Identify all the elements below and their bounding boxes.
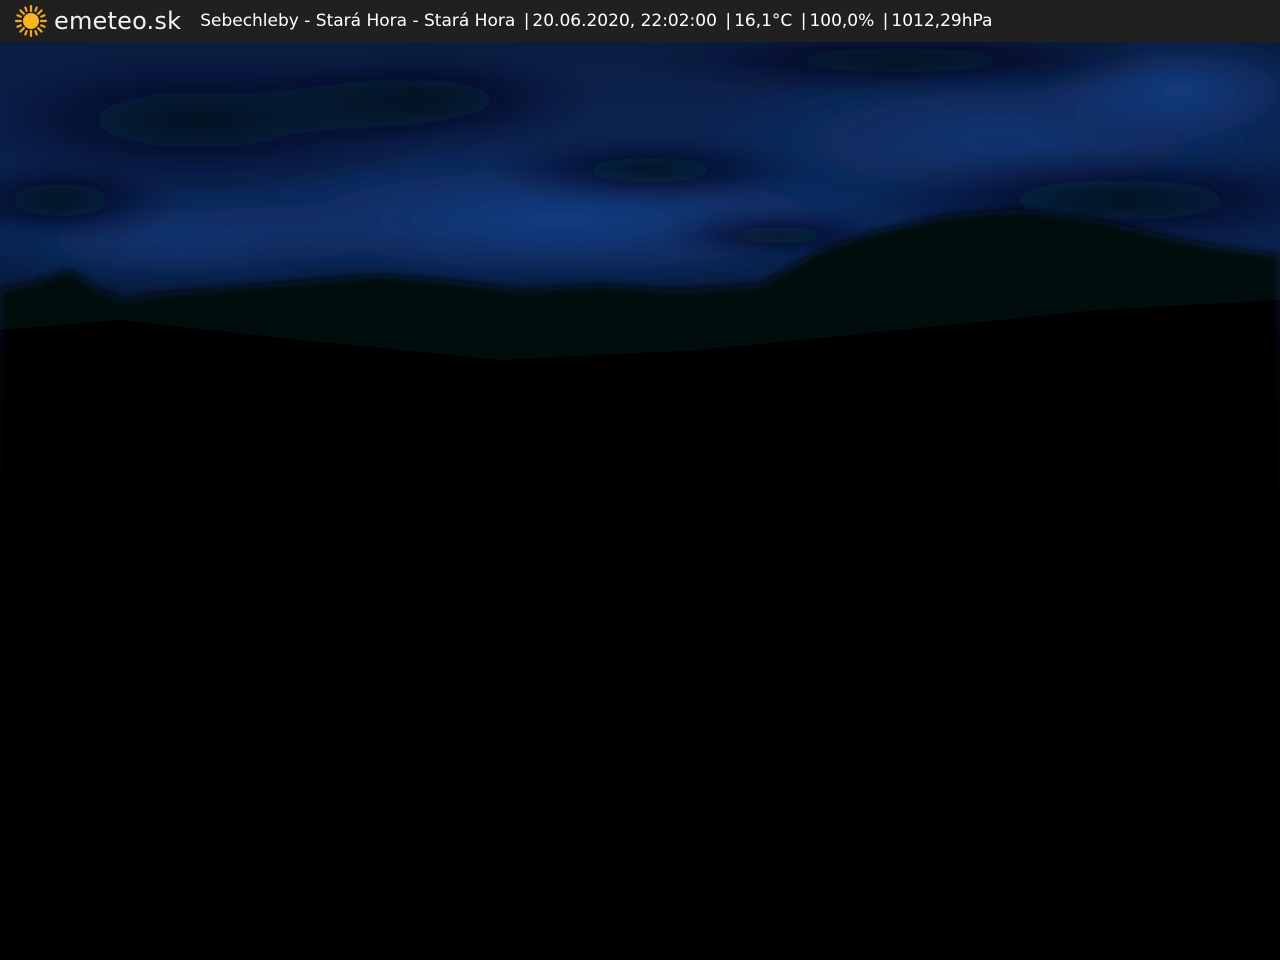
horizon-silhouette [0, 210, 1280, 960]
separator: | [523, 11, 530, 31]
webcam-image [0, 0, 1280, 960]
separator: | [800, 11, 807, 31]
separator: | [882, 11, 889, 31]
humidity-text: 100,0% [809, 11, 875, 31]
logo[interactable]: emeteo.sk [14, 0, 181, 42]
pressure-text: 1012,29hPa [891, 11, 993, 31]
webcam-caption: Sebechleby - Stará Hora - Stará Hora | 20… [200, 0, 992, 42]
temperature-text: 16,1°C [734, 11, 793, 31]
separator: | [725, 11, 732, 31]
location-text: Sebechleby - Stará Hora - Stará Hora [200, 11, 516, 31]
datetime-text: 20.06.2020, 22:02:00 [532, 11, 717, 31]
sun-icon [14, 4, 48, 38]
header-bar: emeteo.sk Sebechleby - Stará Hora - Star… [0, 0, 1280, 42]
brand-name: emeteo.sk [54, 7, 182, 35]
webcam-frame: emeteo.sk Sebechleby - Stará Hora - Star… [0, 0, 1280, 960]
